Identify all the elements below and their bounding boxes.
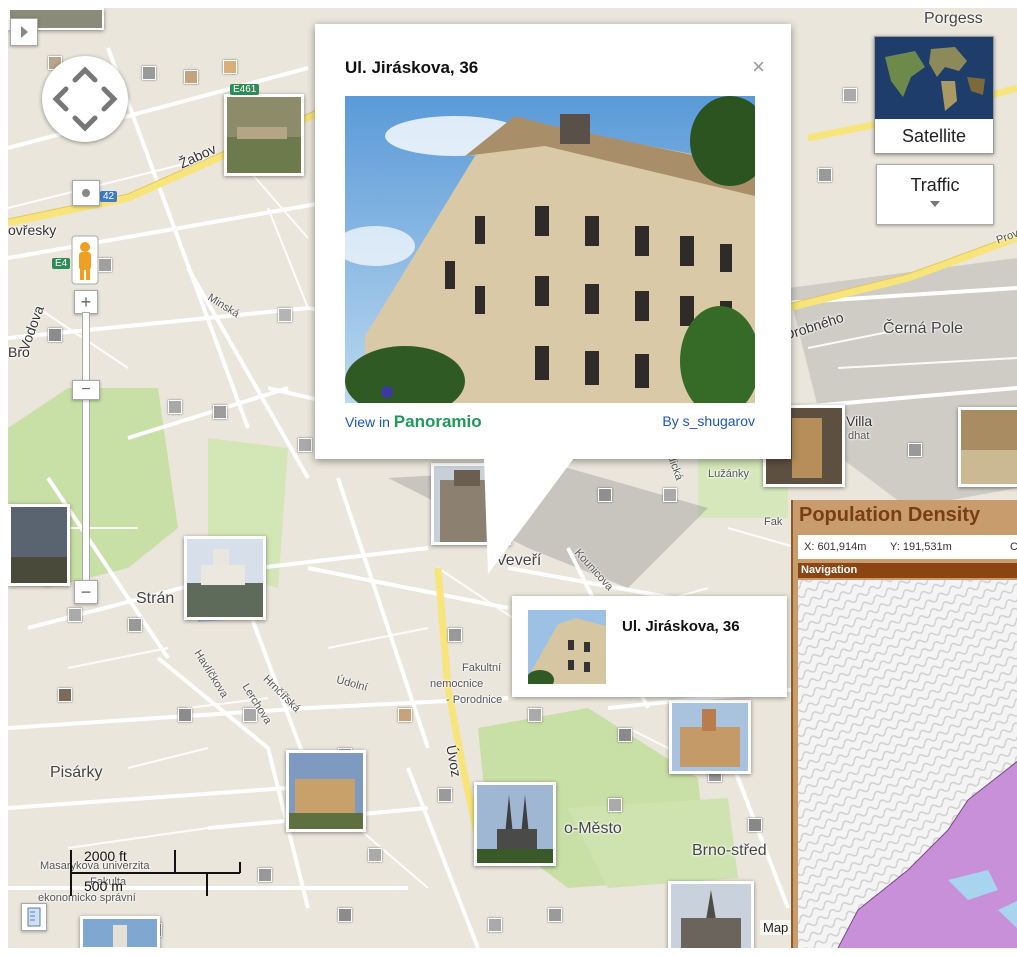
photo-marker[interactable] bbox=[338, 908, 352, 922]
coordinate-readout: X: 601,914m Y: 191,531m C bbox=[798, 535, 1017, 559]
photo-marker[interactable] bbox=[368, 848, 382, 862]
photo-marker[interactable] bbox=[448, 628, 462, 642]
place-label: Brno-střed bbox=[692, 842, 767, 859]
photo-marker[interactable] bbox=[398, 708, 412, 722]
photo-marker[interactable] bbox=[908, 443, 922, 457]
place-label: o-Město bbox=[564, 820, 622, 837]
expand-arrow-icon[interactable] bbox=[10, 18, 38, 46]
view-in-panoramio-link[interactable]: View in Panoramio bbox=[345, 412, 482, 432]
author-link[interactable]: By s_shugarov bbox=[662, 413, 755, 429]
place-label: Villa bbox=[846, 413, 873, 429]
photo-marker[interactable] bbox=[48, 328, 62, 342]
zoom-track[interactable] bbox=[82, 312, 90, 582]
photo-marker[interactable] bbox=[128, 618, 142, 632]
photo-marker[interactable] bbox=[548, 908, 562, 922]
panel-title: Population Density bbox=[799, 504, 981, 526]
photo-thumbnail[interactable] bbox=[184, 536, 266, 620]
y-coordinate: Y: 191,531m bbox=[890, 541, 952, 553]
zoom-slider-handle[interactable]: − bbox=[72, 380, 100, 400]
place-label: ovřesky bbox=[8, 222, 57, 238]
photo-marker[interactable] bbox=[598, 488, 612, 502]
photo-tooltip[interactable]: Ul. Jiráskova, 36 bbox=[512, 596, 787, 697]
panoramio-logo: Panoramio bbox=[393, 412, 482, 431]
close-icon[interactable]: × bbox=[752, 54, 765, 80]
info-window-tail bbox=[484, 458, 574, 574]
zoom-out-icon[interactable]: − bbox=[74, 580, 98, 604]
route-shield: 42 bbox=[100, 191, 118, 202]
zoom-in-icon[interactable]: + bbox=[74, 290, 98, 314]
photo-marker[interactable] bbox=[818, 168, 832, 182]
photo-thumbnail[interactable] bbox=[669, 700, 751, 774]
place-label: Fak bbox=[764, 516, 783, 528]
photo-thumbnail[interactable] bbox=[474, 782, 556, 866]
info-title: Ul. Jiráskova, 36 bbox=[345, 58, 479, 77]
street-view-target-icon[interactable] bbox=[72, 180, 100, 206]
photo-marker[interactable] bbox=[748, 818, 762, 832]
photo-marker[interactable] bbox=[618, 728, 632, 742]
navigation-header[interactable]: Navigation bbox=[798, 563, 1017, 578]
dropdown-arrow-icon bbox=[930, 201, 940, 207]
place-label: nemocnice bbox=[430, 678, 484, 690]
route-shield: E461 bbox=[230, 84, 260, 95]
pan-control-icon[interactable] bbox=[42, 56, 128, 142]
view-prefix: View in bbox=[345, 414, 390, 430]
population-density-panel: Population Density X: 601,914m Y: 191,53… bbox=[791, 500, 1017, 948]
photo-marker[interactable] bbox=[438, 788, 452, 802]
photo-marker[interactable] bbox=[608, 798, 622, 812]
traffic-button[interactable]: Traffic bbox=[876, 164, 994, 225]
building-photo[interactable] bbox=[345, 96, 755, 403]
place-label: dhat bbox=[848, 430, 870, 442]
photo-marker[interactable] bbox=[213, 405, 227, 419]
photo-marker[interactable] bbox=[298, 438, 312, 452]
photo-marker[interactable] bbox=[488, 918, 502, 932]
photo-marker[interactable] bbox=[58, 688, 72, 702]
globe-thumbnail bbox=[875, 37, 993, 119]
place-label: Černá Pole bbox=[883, 320, 964, 337]
map-attribution[interactable]: Map bbox=[760, 920, 792, 935]
coord-extra: C bbox=[1010, 541, 1017, 553]
traffic-label: Traffic bbox=[910, 175, 960, 195]
photo-thumbnail[interactable] bbox=[8, 504, 70, 586]
street-label: Bro bbox=[8, 344, 30, 360]
place-label: - Porodnice bbox=[446, 694, 503, 706]
photo-thumbnail[interactable] bbox=[668, 881, 754, 948]
photo-marker[interactable] bbox=[98, 258, 112, 272]
density-map[interactable] bbox=[798, 580, 1017, 948]
photo-marker[interactable] bbox=[184, 70, 198, 84]
street-label: Porgess bbox=[924, 10, 983, 27]
place-label: Lužánky bbox=[708, 468, 749, 480]
photo-marker[interactable] bbox=[142, 66, 156, 80]
tooltip-thumbnail bbox=[528, 610, 606, 684]
place-label: Pisárky bbox=[50, 764, 103, 781]
info-window: Ul. Jiráskova, 36 × View in Panoramio By… bbox=[315, 24, 791, 459]
photo-marker[interactable] bbox=[178, 708, 192, 722]
photo-thumbnail[interactable] bbox=[224, 94, 304, 176]
photo-marker[interactable] bbox=[663, 488, 677, 502]
route-shield: E4 bbox=[52, 258, 71, 269]
x-coordinate: X: 601,914m bbox=[804, 541, 867, 553]
photo-marker[interactable] bbox=[258, 868, 272, 882]
tooltip-title: Ul. Jiráskova, 36 bbox=[622, 618, 740, 635]
ruler-icon[interactable] bbox=[21, 903, 47, 931]
scale-imperial: 2000 ft bbox=[84, 848, 127, 864]
photo-marker[interactable] bbox=[278, 308, 292, 322]
satellite-label: Satellite bbox=[901, 126, 967, 146]
scale-metric: 500 m bbox=[84, 878, 123, 894]
map-canvas[interactable]: E461 42 E4 Porgess Žabov ovřesky Minská … bbox=[8, 8, 1017, 948]
photo-marker[interactable] bbox=[843, 88, 857, 102]
photo-marker[interactable] bbox=[223, 60, 237, 74]
photo-marker[interactable] bbox=[68, 608, 82, 622]
place-label: Fakultní bbox=[462, 662, 502, 674]
photo-marker[interactable] bbox=[528, 708, 542, 722]
satellite-button[interactable]: Satellite bbox=[874, 36, 994, 154]
photo-marker[interactable] bbox=[168, 400, 182, 414]
photo-thumbnail[interactable] bbox=[80, 916, 160, 948]
photo-thumbnail[interactable] bbox=[286, 750, 366, 832]
pegman-icon[interactable] bbox=[70, 234, 100, 286]
place-label: Strán bbox=[136, 590, 175, 607]
photo-thumbnail[interactable] bbox=[958, 407, 1017, 487]
